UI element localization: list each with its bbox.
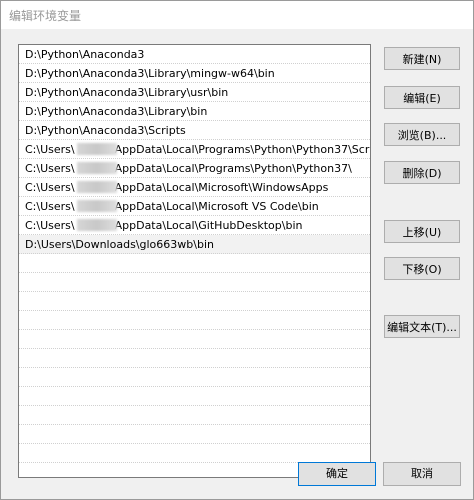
- delete-button[interactable]: 删除(D): [384, 161, 460, 184]
- redacted-username: [76, 200, 117, 212]
- path-text: D:\Python\Anaconda3\Library\usr\bin: [25, 86, 229, 99]
- path-prefix: C:\Users\: [25, 143, 75, 156]
- move-up-button[interactable]: 上移(U): [384, 220, 460, 243]
- path-listbox[interactable]: D:\Python\Anaconda3 D:\Python\Anaconda3\L…: [18, 44, 371, 478]
- empty-list-row: [19, 330, 370, 349]
- path-text: D:\Python\Anaconda3\Scripts: [25, 124, 186, 137]
- redacted-username: [76, 143, 117, 155]
- empty-list-row: [19, 368, 370, 387]
- path-suffix: AppData\Local\Microsoft\WindowsApps: [114, 181, 329, 194]
- dialog-title: 编辑环境变量: [9, 9, 82, 23]
- redacted-username: [76, 181, 117, 193]
- edit-button[interactable]: 编辑(E): [384, 86, 460, 109]
- path-list-item[interactable]: D:\Python\Anaconda3: [19, 45, 370, 64]
- path-list-item[interactable]: D:\Users\Downloads\glo663wb\bin: [19, 235, 370, 254]
- path-list-item[interactable]: D:\Python\Anaconda3\Scripts: [19, 121, 370, 140]
- empty-list-row: [19, 425, 370, 444]
- empty-list-row: [19, 254, 370, 273]
- path-suffix: AppData\Local\Programs\Python\Python37\: [114, 162, 352, 175]
- path-prefix: C:\Users\: [25, 219, 75, 232]
- path-text: D:\Python\Anaconda3\Library\mingw-w64\bi…: [25, 67, 275, 80]
- browse-button[interactable]: 浏览(B)...: [384, 123, 460, 146]
- path-prefix: C:\Users\: [25, 200, 75, 213]
- redacted-username: [76, 219, 117, 231]
- edit-text-button[interactable]: 编辑文本(T)...: [384, 315, 460, 338]
- empty-list-row: [19, 273, 370, 292]
- redacted-username: [76, 162, 117, 174]
- path-text: D:\Python\Anaconda3\Library\bin: [25, 105, 208, 118]
- path-list-item[interactable]: C:\Users\ AppData\Local\GitHubDesktop\bin: [19, 216, 370, 235]
- title-bar[interactable]: 编辑环境变量: [1, 1, 473, 29]
- empty-list-row: [19, 311, 370, 330]
- cancel-button[interactable]: 取消: [383, 462, 461, 486]
- path-list-item[interactable]: C:\Users\ AppData\Local\Microsoft VS Code…: [19, 197, 370, 216]
- path-suffix: AppData\Local\Microsoft VS Code\bin: [114, 200, 319, 213]
- path-suffix: AppData\Local\Programs\Python\Python37\S…: [114, 143, 370, 156]
- empty-list-row: [19, 406, 370, 425]
- path-prefix: C:\Users\: [25, 181, 75, 194]
- path-list-item[interactable]: D:\Python\Anaconda3\Library\bin: [19, 102, 370, 121]
- path-suffix: AppData\Local\GitHubDesktop\bin: [114, 219, 303, 232]
- path-prefix: C:\Users\: [25, 162, 75, 175]
- path-list-item[interactable]: C:\Users\ AppData\Local\Programs\Python\P…: [19, 140, 370, 159]
- path-text: D:\Users\Downloads\glo663wb\bin: [25, 238, 214, 251]
- empty-list-row: [19, 444, 370, 463]
- empty-list-row: [19, 349, 370, 368]
- move-down-button[interactable]: 下移(O): [384, 257, 460, 280]
- edit-env-variable-dialog: 编辑环境变量 D:\Python\Anaconda3 D:\Python\Anac…: [0, 0, 474, 500]
- path-text: D:\Python\Anaconda3: [25, 48, 145, 61]
- new-button[interactable]: 新建(N): [384, 47, 460, 70]
- path-list-item[interactable]: D:\Python\Anaconda3\Library\mingw-w64\bi…: [19, 64, 370, 83]
- empty-list-row: [19, 387, 370, 406]
- ok-button[interactable]: 确定: [298, 462, 376, 486]
- path-list-item[interactable]: C:\Users\ AppData\Local\Microsoft\Windows…: [19, 178, 370, 197]
- empty-list-row: [19, 292, 370, 311]
- path-list-item[interactable]: D:\Python\Anaconda3\Library\usr\bin: [19, 83, 370, 102]
- path-list-item[interactable]: C:\Users\ AppData\Local\Programs\Python\P…: [19, 159, 370, 178]
